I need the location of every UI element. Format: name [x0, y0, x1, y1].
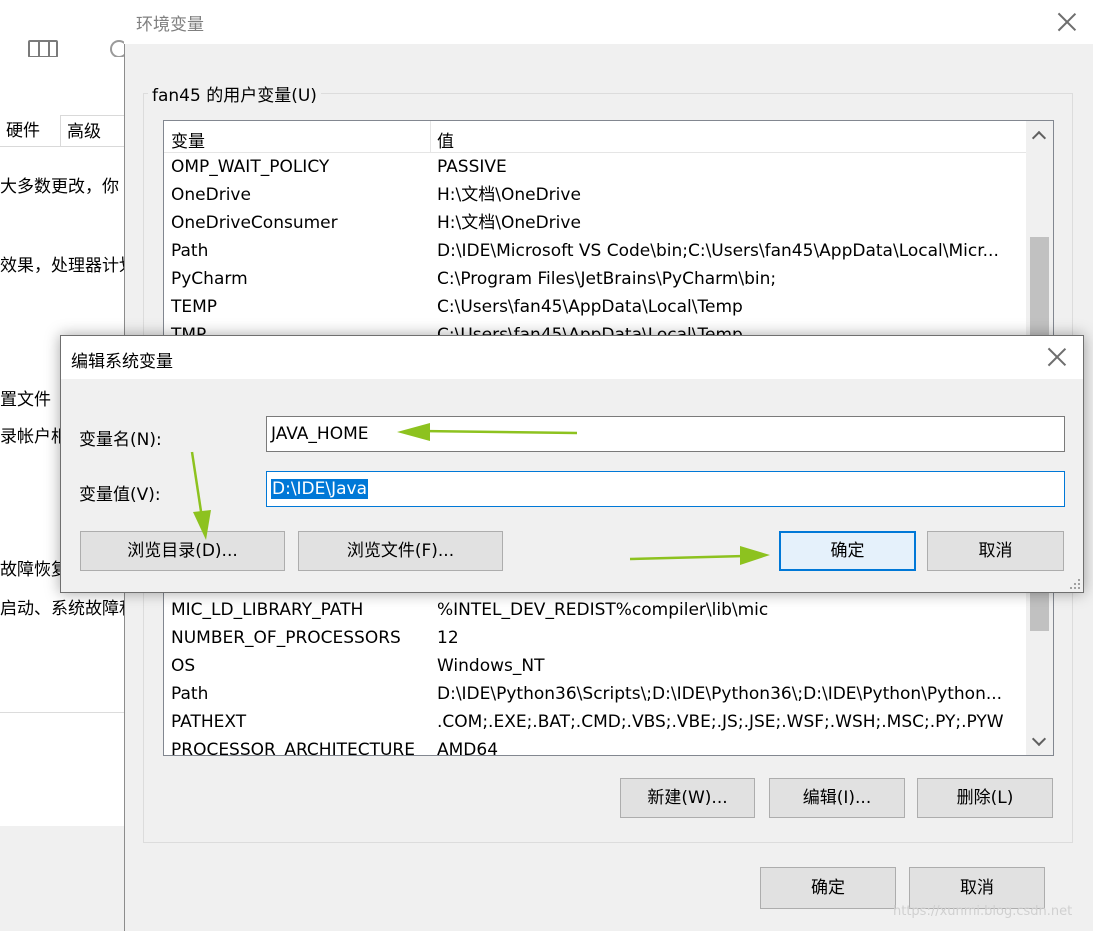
list-item[interactable]: TEMP C:\Users\fan45\AppData\Local\Temp [164, 293, 1026, 321]
user-profiles-desc: 录帐户相 [0, 427, 68, 447]
dialog-ok-button[interactable]: 确定 [779, 531, 916, 571]
variable-name-field[interactable]: JAVA_HOME [266, 416, 1065, 452]
variable-value-label: 变量值(V): [79, 485, 161, 505]
column-header-value[interactable]: 值 [437, 127, 454, 152]
scrollbar-thumb[interactable] [1030, 237, 1049, 337]
edit-button[interactable]: 编辑(I)... [769, 778, 905, 818]
performance-detail: 效果，处理器计划 [0, 256, 136, 276]
variable-name: OneDriveConsumer [171, 213, 338, 233]
list-item[interactable]: PROCESSOR_ARCHITECTURE AMD64 [164, 736, 1026, 756]
delete-button[interactable]: 删除(L) [917, 778, 1053, 818]
variable-value: .COM;.EXE;.BAT;.CMD;.VBS;.VBE;.JS;.JSE;.… [437, 712, 1004, 732]
variable-value: C:\Users\fan45\AppData\Local\Temp [437, 297, 743, 317]
list-item[interactable]: PATHEXT .COM;.EXE;.BAT;.CMD;.VBS;.VBE;.JS… [164, 708, 1026, 736]
list-item[interactable]: OneDriveConsumer H:\文档\OneDrive [164, 209, 1026, 237]
variable-name: Path [171, 241, 209, 261]
tab-advanced[interactable]: 高级 [60, 115, 126, 147]
variable-value: D:\IDE\Python36\Scripts\;D:\IDE\Python36… [437, 684, 1003, 704]
variable-value: Windows_NT [437, 656, 545, 676]
grid-icon [28, 40, 58, 58]
variable-name: OS [171, 656, 196, 676]
tab-divider [0, 146, 126, 147]
user-variables-label: fan45 的用户变量(U) [148, 81, 321, 106]
edit-system-variable-dialog: 编辑系统变量 变量名(N): JAVA_HOME 变量值(V): D:\IDE\… [60, 335, 1084, 593]
list-item[interactable]: OMP_WAIT_POLICY PASSIVE [164, 153, 1026, 181]
tab-hardware[interactable]: 硬件 [0, 115, 58, 147]
variable-name: OMP_WAIT_POLICY [171, 157, 330, 177]
variable-value: %INTEL_DEV_REDIST%compiler\lib\mic [437, 600, 769, 620]
window-title: 环境变量 [136, 15, 204, 35]
column-header-variable[interactable]: 变量 [171, 127, 205, 152]
startup-recovery-heading: 故障恢复 [0, 560, 68, 580]
scroll-up-arrow-icon[interactable] [1032, 129, 1046, 143]
system-properties-titlebar [0, 0, 128, 58]
variable-value: D:\IDE\Microsoft VS Code\bin;C:\Users\fa… [437, 241, 999, 261]
watermark: https://xunmi.blog.csdn.net [893, 904, 1073, 919]
list-item[interactable]: OS Windows_NT [164, 652, 1026, 680]
variable-name: MIC_LD_LIBRARY_PATH [171, 600, 364, 620]
list-header: 变量 值 [164, 121, 1026, 153]
new-button[interactable]: 新建(W)... [620, 778, 755, 818]
variable-value: H:\文档\OneDrive [437, 185, 581, 205]
dialog-title: 编辑系统变量 [71, 352, 173, 372]
list-item[interactable]: OneDrive H:\文档\OneDrive [164, 181, 1026, 209]
performance-desc: 大多数更改，你 [0, 177, 119, 197]
list-item[interactable]: MIC_LD_LIBRARY_PATH %INTEL_DEV_REDIST%com… [164, 596, 1026, 624]
variable-name: PATHEXT [171, 712, 247, 732]
column-separator[interactable] [430, 121, 431, 153]
user-profiles-heading: 置文件 [0, 390, 51, 410]
browse-file-button[interactable]: 浏览文件(F)... [298, 531, 503, 571]
variable-value-field[interactable]: D:\IDE\Java [266, 471, 1065, 507]
variable-name: Path [171, 684, 209, 704]
resize-grip-icon[interactable] [1069, 578, 1081, 590]
variable-value: H:\文档\OneDrive [437, 213, 581, 233]
variable-name: NUMBER_OF_PROCESSORS [171, 628, 401, 648]
scroll-down-arrow-icon[interactable] [1032, 735, 1046, 749]
list-item[interactable]: PyCharm C:\Program Files\JetBrains\PyChar… [164, 265, 1026, 293]
list-item[interactable]: Path D:\IDE\Microsoft VS Code\bin;C:\User… [164, 237, 1026, 265]
close-icon [1057, 12, 1077, 32]
variable-name: PROCESSOR_ARCHITECTURE [171, 740, 415, 756]
variable-value: 12 [437, 628, 459, 648]
env-ok-button[interactable]: 确定 [760, 867, 896, 909]
dialog-cancel-button[interactable]: 取消 [927, 531, 1064, 571]
startup-recovery-desc: 启动、系统故障和 [0, 599, 136, 619]
button-area [0, 826, 126, 931]
variable-value: AMD64 [437, 740, 499, 756]
list-item[interactable]: NUMBER_OF_PROCESSORS 12 [164, 624, 1026, 652]
variable-name-label: 变量名(N): [79, 430, 162, 450]
browse-directory-button[interactable]: 浏览目录(D)... [80, 531, 285, 571]
close-button[interactable] [1057, 12, 1077, 32]
dialog-close-button[interactable] [1047, 347, 1067, 367]
close-icon [1047, 347, 1067, 367]
dialog-titlebar: 编辑系统变量 [61, 336, 1083, 379]
scrollbar-thumb-lower[interactable] [1030, 591, 1049, 631]
list-item[interactable]: Path D:\IDE\Python36\Scripts\;D:\IDE\Pyth… [164, 680, 1026, 708]
environment-variables-titlebar: 环境变量 [124, 0, 1093, 44]
variable-value: C:\Program Files\JetBrains\PyCharm\bin; [437, 269, 777, 289]
env-cancel-button[interactable]: 取消 [909, 867, 1045, 909]
variable-value: PASSIVE [437, 157, 507, 177]
divider [0, 712, 126, 713]
variable-name: TEMP [171, 297, 218, 317]
variable-name: PyCharm [171, 269, 248, 289]
selected-text: D:\IDE\Java [271, 479, 369, 499]
variable-name: OneDrive [171, 185, 251, 205]
